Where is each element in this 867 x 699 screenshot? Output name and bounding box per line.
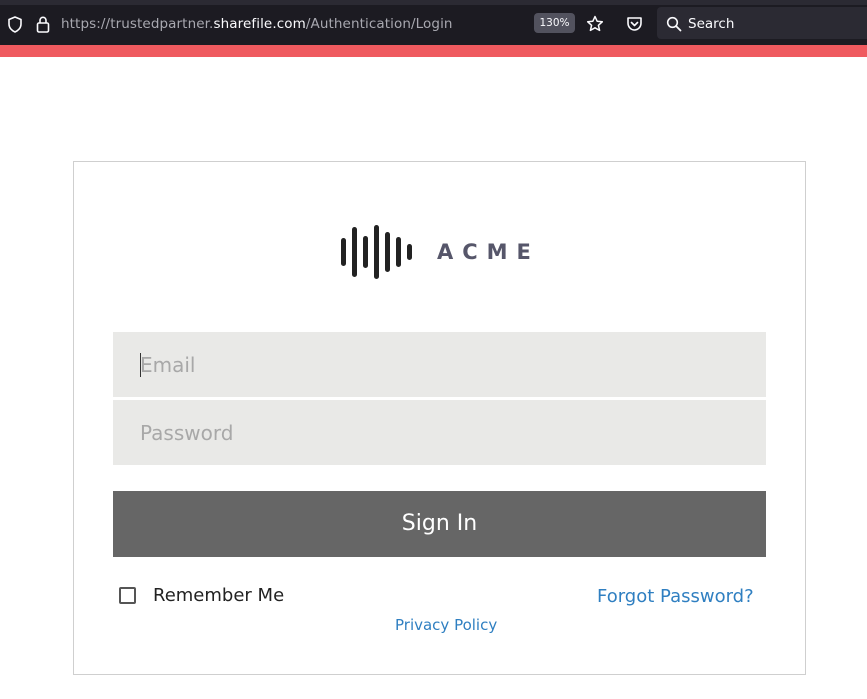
browser-toolbar: https://trustedpartner.sharefile.com/Aut… [0,0,867,45]
forgot-password-link[interactable]: Forgot Password? [597,585,754,609]
logo-bars-icon [341,225,412,279]
search-placeholder: Search [688,16,735,32]
text-caret [140,353,141,377]
pocket-icon[interactable] [624,14,644,34]
email-field[interactable] [113,332,766,397]
sign-in-button[interactable]: Sign In [113,491,766,557]
search-icon [664,14,684,34]
star-icon[interactable] [585,14,605,34]
acme-logo: ACME [339,224,539,280]
privacy-policy-link[interactable]: Privacy Policy [395,615,497,635]
brand-accent-bar [0,45,867,57]
toolbar-top-strip [0,0,867,5]
zoom-level-badge[interactable]: 130% [534,13,575,33]
password-field[interactable] [113,400,766,465]
remember-me-checkbox[interactable] [119,587,136,604]
lock-icon[interactable] [33,14,53,34]
url-path: /Authentication/Login [305,16,453,32]
url-prefix: https://trustedpartner. [61,16,214,32]
logo-text: ACME [437,240,540,264]
url-domain: sharefile.com [213,16,306,32]
shield-icon[interactable] [5,14,25,34]
url-text[interactable]: https://trustedpartner.sharefile.com/Aut… [61,15,453,33]
remember-me-label[interactable]: Remember Me [153,584,284,608]
